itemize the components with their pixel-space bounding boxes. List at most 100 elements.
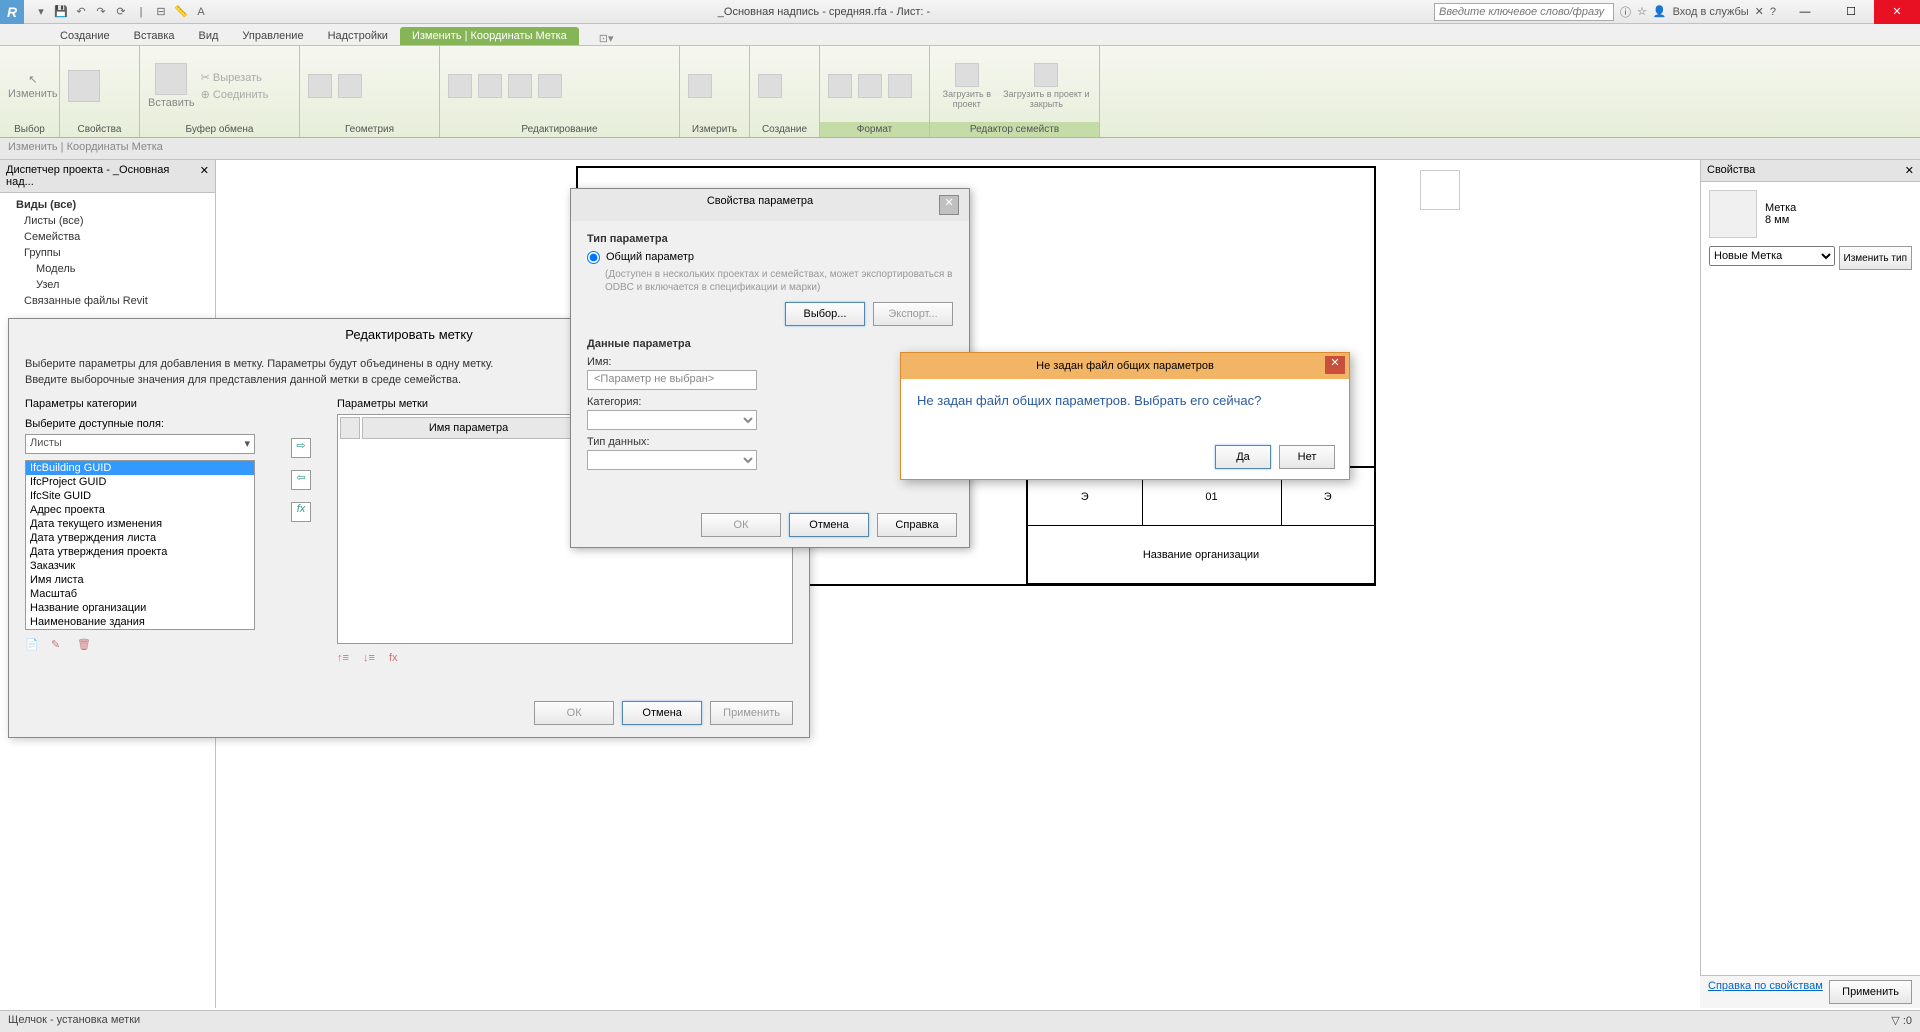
list-item[interactable]: Заказчик xyxy=(26,559,254,573)
app-logo[interactable]: R xyxy=(0,0,24,24)
fx2-icon[interactable]: fx xyxy=(389,652,405,668)
mirror-icon[interactable] xyxy=(538,74,562,98)
join-button[interactable]: ⊕ Соединить xyxy=(201,88,269,101)
select-button[interactable]: Выбор... xyxy=(785,302,865,326)
fx-button[interactable]: fx xyxy=(291,502,311,522)
qat-line-icon[interactable]: 📏 xyxy=(172,3,190,21)
tab-view[interactable]: Вид xyxy=(187,27,231,45)
param-help-button[interactable]: Справка xyxy=(877,513,957,537)
move-down-icon[interactable]: ↓≡ xyxy=(363,652,379,668)
exchange-icon[interactable]: ✕ xyxy=(1755,5,1764,18)
list-item[interactable]: Имя листа xyxy=(26,573,254,587)
minimize-button[interactable]: — xyxy=(1782,0,1828,24)
props-help-link[interactable]: Справка по свойствам xyxy=(1708,980,1823,1004)
list-item[interactable]: Адрес проекта xyxy=(26,503,254,517)
qat-save-icon[interactable]: 💾 xyxy=(52,3,70,21)
copy-icon[interactable] xyxy=(478,74,502,98)
props-icon[interactable] xyxy=(68,70,100,102)
rotate-icon[interactable] xyxy=(508,74,532,98)
category-select[interactable] xyxy=(587,410,757,430)
new-param-icon[interactable]: 📄 xyxy=(25,638,41,654)
cursor-icon[interactable]: ↖ xyxy=(28,73,37,86)
close-button[interactable]: ✕ xyxy=(1874,0,1920,24)
qat-open-icon[interactable]: ▾ xyxy=(32,3,50,21)
yes-button[interactable]: Да xyxy=(1215,445,1271,469)
qat-text-icon[interactable]: A xyxy=(192,3,210,21)
list-item[interactable]: Название организации xyxy=(26,601,254,615)
edit-param-icon[interactable]: ✎ xyxy=(51,638,67,654)
measure-icon[interactable] xyxy=(688,74,712,98)
add-button[interactable]: ⇨ xyxy=(291,438,311,458)
list-item[interactable]: Масштаб xyxy=(26,587,254,601)
paste-icon[interactable] xyxy=(155,63,187,95)
load-close-icon[interactable] xyxy=(1034,63,1058,87)
shared-label: Общий параметр xyxy=(606,251,694,263)
help-icon[interactable]: ? xyxy=(1770,6,1776,18)
list-item[interactable]: IfcProject GUID xyxy=(26,475,254,489)
tab-collapse-icon[interactable]: ⊡▾ xyxy=(599,32,614,45)
geo-icon[interactable] xyxy=(308,74,332,98)
props-close-icon[interactable]: ✕ xyxy=(1905,164,1914,177)
tree-sheets[interactable]: Листы (все) xyxy=(4,213,211,229)
list-item[interactable]: Наименование здания xyxy=(26,615,254,629)
datatype-select[interactable] xyxy=(587,450,757,470)
search-input[interactable] xyxy=(1434,3,1614,21)
list-item[interactable]: IfcSite GUID xyxy=(26,489,254,503)
tab-addins[interactable]: Надстройки xyxy=(316,27,400,45)
browser-close-icon[interactable]: ✕ xyxy=(200,164,209,188)
qat-redo-icon[interactable]: ↷ xyxy=(92,3,110,21)
tab-insert[interactable]: Вставка xyxy=(122,27,187,45)
align-left-icon[interactable] xyxy=(828,74,852,98)
qat-undo-icon[interactable]: ↶ xyxy=(72,3,90,21)
load-project-icon[interactable] xyxy=(955,63,979,87)
alert-close-icon[interactable]: ✕ xyxy=(1325,356,1345,374)
type-selector[interactable]: Новые Метка xyxy=(1709,246,1835,266)
maximize-button[interactable]: ☐ xyxy=(1828,0,1874,24)
nav-wheel[interactable] xyxy=(1420,170,1460,210)
tree-node[interactable]: Узел xyxy=(4,277,211,293)
cut-button[interactable]: ✂ Вырезать xyxy=(201,71,269,84)
no-button[interactable]: Нет xyxy=(1279,445,1335,469)
move-up-icon[interactable]: ↑≡ xyxy=(337,652,353,668)
dlg-cancel-button[interactable]: Отмена xyxy=(622,701,702,725)
col-name[interactable]: Имя параметра xyxy=(362,417,575,439)
tab-modify[interactable]: Изменить | Координаты Метка xyxy=(400,27,579,45)
param-cancel-button[interactable]: Отмена xyxy=(789,513,869,537)
geo-icon2[interactable] xyxy=(338,74,362,98)
remove-button[interactable]: ⇦ xyxy=(291,470,311,490)
shared-radio[interactable] xyxy=(587,251,600,264)
tree-model[interactable]: Модель xyxy=(4,261,211,277)
qat-dim-icon[interactable]: ⊟ xyxy=(152,3,170,21)
create-icon[interactable] xyxy=(758,74,782,98)
qat-sync-icon[interactable]: ⟳ xyxy=(112,3,130,21)
login-link[interactable]: Вход в службы xyxy=(1673,6,1749,18)
export-button[interactable]: Экспорт... xyxy=(873,302,953,326)
user-icon[interactable]: 👤 xyxy=(1653,5,1667,18)
list-item[interactable]: Наименование проекта xyxy=(26,629,254,630)
lists-combo[interactable]: Листы▾ xyxy=(25,434,255,454)
star-icon[interactable]: ☆ xyxy=(1637,5,1647,18)
tab-create[interactable]: Создание xyxy=(48,27,122,45)
tree-families[interactable]: Семейства xyxy=(4,229,211,245)
tree-groups[interactable]: Группы xyxy=(4,245,211,261)
tree-links[interactable]: Связанные файлы Revit xyxy=(4,293,211,309)
list-item[interactable]: Дата текущего изменения xyxy=(26,517,254,531)
dlg-apply-button[interactable]: Применить xyxy=(710,701,793,725)
fields-listbox[interactable]: IfcBuilding GUID IfcProject GUID IfcSite… xyxy=(25,460,255,630)
list-item[interactable]: Дата утверждения листа xyxy=(26,531,254,545)
name-input[interactable]: <Параметр не выбран> xyxy=(587,370,757,390)
edit-type-button[interactable]: Изменить тип xyxy=(1839,246,1912,270)
align-right-icon[interactable] xyxy=(888,74,912,98)
dlg-ok-button[interactable]: ОК xyxy=(534,701,614,725)
dlg-param-close-icon[interactable]: ✕ xyxy=(939,195,959,215)
props-apply-button[interactable]: Применить xyxy=(1829,980,1912,1004)
tree-views[interactable]: Виды (все) xyxy=(4,197,211,213)
align-center-icon[interactable] xyxy=(858,74,882,98)
info-icon[interactable]: ⓘ xyxy=(1620,4,1631,20)
list-item[interactable]: Дата утверждения проекта xyxy=(26,545,254,559)
tab-manage[interactable]: Управление xyxy=(230,27,315,45)
param-ok-button[interactable]: ОК xyxy=(701,513,781,537)
del-param-icon[interactable]: 🗑 xyxy=(77,638,93,654)
list-item[interactable]: IfcBuilding GUID xyxy=(26,461,254,475)
move-icon[interactable] xyxy=(448,74,472,98)
